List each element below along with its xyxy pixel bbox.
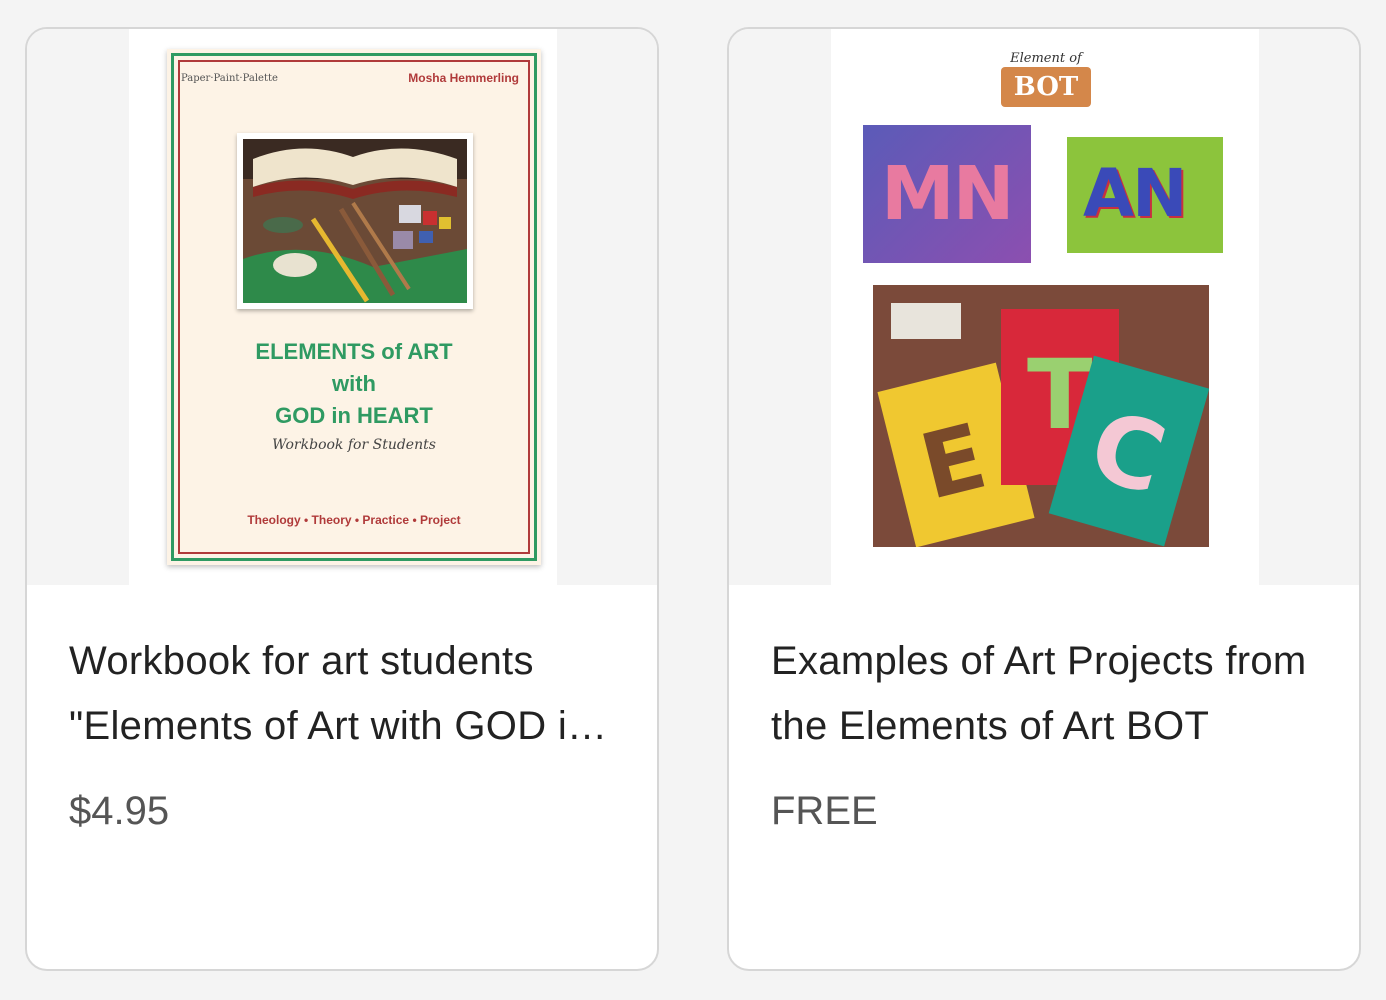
product-title[interactable]: Examples of Art Projects from the Elemen… <box>771 629 1331 759</box>
workbook-cover: Paper·Paint·Palette Mosha Hemmerling ELE… <box>167 49 541 565</box>
cover-title-line: GOD in HEART <box>275 403 433 428</box>
art-supplies-picture <box>243 139 467 303</box>
cover-image: Paper·Paint·Palette Mosha Hemmerling ELE… <box>129 29 557 585</box>
cover-title-line: with <box>332 371 376 396</box>
cover-image: Element of Art BOT MN AN E T C <box>831 29 1259 585</box>
product-card[interactable]: Paper·Paint·Palette Mosha Hemmerling ELE… <box>25 27 659 971</box>
product-thumbnail[interactable]: Element of Art BOT MN AN E T C <box>729 29 1359 585</box>
project-letters: MN <box>881 151 1015 237</box>
project-label-card <box>891 303 961 339</box>
cover-photo <box>237 133 473 309</box>
product-price: FREE <box>771 789 878 833</box>
project-letter: C <box>1078 389 1178 517</box>
product-price: $4.95 <box>69 789 170 833</box>
project-letters: AN <box>1083 155 1187 232</box>
art-project-etc: E T C <box>873 285 1209 547</box>
art-project-an: AN <box>1067 137 1223 253</box>
product-title[interactable]: Workbook for art students "Elements of A… <box>69 629 629 759</box>
bot-logo: BOT <box>1001 67 1091 107</box>
cover-tagline: Theology • Theory • Practice • Project <box>247 513 461 527</box>
cover-subtitle: Workbook for Students <box>272 437 436 453</box>
cover-title-line: ELEMENTS of ART <box>255 339 453 364</box>
cover-publisher: Paper·Paint·Palette <box>181 73 278 84</box>
art-project-mn: MN <box>863 125 1031 263</box>
cover-author: Mosha Hemmerling <box>408 71 519 85</box>
product-thumbnail[interactable]: Paper·Paint·Palette Mosha Hemmerling ELE… <box>27 29 657 585</box>
project-letter: E <box>910 403 996 521</box>
product-card[interactable]: Element of Art BOT MN AN E T C <box>727 27 1361 971</box>
